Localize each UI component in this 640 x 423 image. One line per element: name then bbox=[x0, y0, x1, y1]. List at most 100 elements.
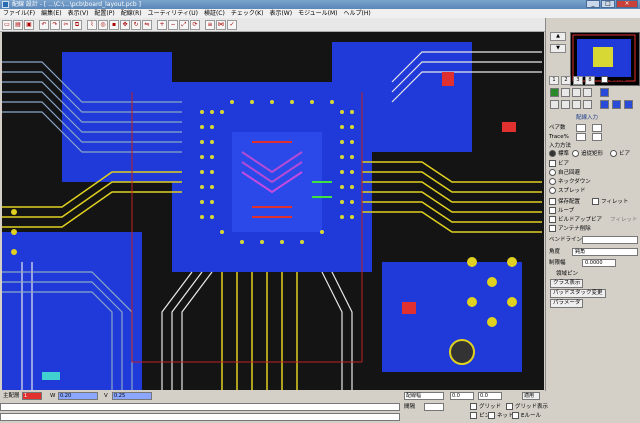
mirror-icon[interactable]: ⇋ bbox=[142, 19, 152, 30]
check-save-label: 保存配置 bbox=[558, 199, 581, 205]
trace-label: Trace% bbox=[549, 134, 569, 140]
v-select[interactable]: 0.25 bbox=[112, 392, 152, 400]
via-icon[interactable]: ◎ bbox=[98, 19, 108, 30]
check-buildup[interactable]: ビルドアップビア bbox=[549, 216, 602, 224]
arrow-left-icon[interactable] bbox=[600, 100, 609, 109]
zone-checkbox[interactable]: ZONE bbox=[601, 76, 626, 84]
grid-display-checkbox[interactable]: グリッド表示 bbox=[506, 403, 548, 411]
layer-icon[interactable]: ≡ bbox=[205, 19, 215, 30]
pin-checkbox[interactable]: ピン bbox=[470, 412, 490, 420]
menu-window[interactable]: 表示(W) bbox=[266, 9, 295, 18]
zoom-out-panel-icon[interactable] bbox=[572, 100, 581, 109]
trace-field-1[interactable] bbox=[576, 133, 586, 141]
move-icon[interactable]: ✥ bbox=[120, 19, 130, 30]
bend-label: ベンドライン bbox=[549, 237, 583, 243]
redraw-icon[interactable]: ⟳ bbox=[190, 19, 200, 30]
rotate-icon[interactable]: ↻ bbox=[131, 19, 141, 30]
drc-icon[interactable]: ✓ bbox=[227, 19, 237, 30]
check-fillet-label: フィレット bbox=[601, 199, 629, 205]
arrow-up-icon[interactable] bbox=[600, 88, 609, 97]
menu-help[interactable]: ヘルプ(H) bbox=[341, 9, 374, 18]
layer-button-3[interactable]: 3 bbox=[573, 76, 583, 85]
zoom-tool-icon[interactable] bbox=[572, 88, 581, 97]
zoom-in-icon[interactable]: + bbox=[157, 19, 167, 30]
layer-button-2[interactable]: 2 bbox=[561, 76, 571, 85]
mode-field[interactable]: 配線幅 bbox=[404, 392, 444, 400]
pad-icon[interactable]: ▪ bbox=[109, 19, 119, 30]
limit-label: 制限幅 bbox=[549, 260, 566, 266]
w-select[interactable]: 0.20 bbox=[58, 392, 98, 400]
copy-icon[interactable]: ⧉ bbox=[72, 19, 82, 30]
menu-route[interactable]: 配線(R) bbox=[118, 9, 145, 18]
menu-view[interactable]: 表示(V) bbox=[65, 9, 92, 18]
check-save[interactable]: 保存配置 bbox=[549, 198, 580, 206]
net-icon[interactable]: ⋈ bbox=[216, 19, 226, 30]
rule-checkbox[interactable]: Eルール bbox=[512, 412, 541, 420]
zoom-in-panel-icon[interactable] bbox=[561, 100, 570, 109]
search-icon[interactable] bbox=[550, 100, 559, 109]
open-icon[interactable]: ▤ bbox=[13, 19, 23, 30]
menu-verify[interactable]: 検証(C) bbox=[201, 9, 228, 18]
snap-field[interactable] bbox=[424, 403, 444, 411]
command-input[interactable] bbox=[0, 403, 400, 411]
minimize-button[interactable]: _ bbox=[586, 0, 600, 8]
input-method-follow[interactable]: 追従矩形 bbox=[572, 150, 603, 158]
class-display-button[interactable]: クラス表示 bbox=[550, 279, 584, 288]
via-checkbox[interactable]: ビア bbox=[549, 160, 569, 168]
select-tool-icon[interactable] bbox=[561, 88, 570, 97]
route-option-neckdown[interactable]: ネックダウン bbox=[549, 178, 591, 186]
check-antenna[interactable]: アンテナ削除 bbox=[549, 225, 591, 233]
pitch-field-1[interactable] bbox=[576, 124, 586, 132]
menu-check[interactable]: チェック(K) bbox=[228, 9, 267, 18]
padstack-change-button[interactable]: パッドスタック変更 bbox=[550, 289, 606, 298]
input-method-via[interactable]: ビア bbox=[610, 150, 630, 158]
menu-place[interactable]: 配置(P) bbox=[91, 9, 117, 18]
x-field[interactable]: 0.0 bbox=[450, 392, 474, 400]
arrow-down-icon[interactable] bbox=[624, 100, 633, 109]
fit-panel-icon[interactable] bbox=[583, 100, 592, 109]
zoom-out-icon[interactable]: − bbox=[168, 19, 178, 30]
pitch-field-2[interactable] bbox=[592, 124, 602, 132]
close-button[interactable]: × bbox=[616, 0, 638, 8]
pcb-canvas[interactable] bbox=[2, 32, 544, 390]
net-checkbox[interactable]: ネット bbox=[488, 412, 514, 420]
route-option-self[interactable]: 自己回避 bbox=[549, 169, 580, 177]
apply-button[interactable]: 適用 bbox=[522, 392, 540, 400]
menu-file[interactable]: ファイル(F) bbox=[0, 9, 38, 18]
trace-field-2[interactable] bbox=[592, 133, 602, 141]
undo-icon[interactable]: ↶ bbox=[39, 19, 49, 30]
layer-button-1[interactable]: 1 bbox=[549, 76, 559, 85]
limit-field[interactable]: 0.0000 bbox=[582, 259, 616, 267]
parameter-button[interactable]: パラメータ bbox=[550, 299, 584, 308]
menu-utility[interactable]: ユーティリティ(U) bbox=[145, 9, 201, 18]
bend-select[interactable] bbox=[582, 236, 638, 244]
input-via-label: ビア bbox=[619, 151, 631, 157]
save-icon[interactable]: ▣ bbox=[24, 19, 34, 30]
check-loop[interactable]: ループ bbox=[549, 207, 574, 215]
check-fillet[interactable]: フィレット bbox=[592, 198, 628, 206]
layer-select[interactable]: 1 bbox=[22, 392, 42, 400]
green-tool-icon[interactable] bbox=[550, 88, 559, 97]
arrow-right-icon[interactable] bbox=[612, 100, 621, 109]
new-icon[interactable]: ▭ bbox=[2, 19, 12, 30]
rule-label: Eルール bbox=[521, 413, 541, 419]
menu-edit[interactable]: 編集(E) bbox=[38, 9, 64, 18]
minimap-arrow-down-icon[interactable]: ▼ bbox=[550, 44, 566, 53]
redo-icon[interactable]: ↷ bbox=[50, 19, 60, 30]
pan-tool-icon[interactable] bbox=[583, 88, 592, 97]
grid-checkbox[interactable]: グリッド bbox=[470, 403, 501, 411]
window-title: 配線 設計 - [ ...\C:\...\pcb\board_layout.pc… bbox=[12, 1, 141, 8]
y-field[interactable]: 0.0 bbox=[478, 392, 502, 400]
toolbar: ▭ ▤ ▣ ↶ ↷ ✂ ⧉ ⌇ ◎ ▪ ✥ ↻ ⇋ + − ⤢ ⟳ ≡ ⋈ ✓ bbox=[0, 18, 547, 32]
layer-button-8[interactable]: 8 bbox=[585, 76, 595, 85]
route-option-spread[interactable]: スプレッド bbox=[549, 187, 586, 195]
angle-select[interactable]: 鈍角 bbox=[572, 248, 638, 256]
check-buildup-label: ビルドアップビア bbox=[558, 217, 603, 223]
cut-icon[interactable]: ✂ bbox=[61, 19, 71, 30]
zoom-fit-icon[interactable]: ⤢ bbox=[179, 19, 189, 30]
minimap-arrow-up-icon[interactable]: ▲ bbox=[550, 32, 566, 41]
input-method-standard[interactable]: 標準 bbox=[549, 150, 569, 158]
route-icon[interactable]: ⌇ bbox=[87, 19, 97, 30]
maximize-button[interactable]: □ bbox=[601, 0, 615, 8]
menu-module[interactable]: モジュール(M) bbox=[295, 9, 340, 18]
